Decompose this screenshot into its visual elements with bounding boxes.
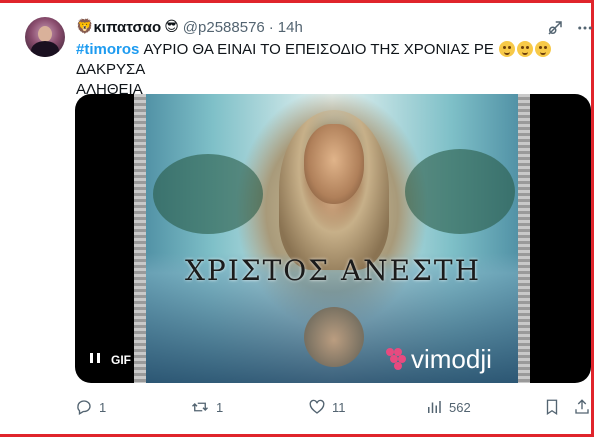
tree-left [153,154,263,234]
bookmark-button[interactable] [543,398,561,416]
lion-emoji-icon: 🦁 [76,19,94,35]
timestamp[interactable]: 14h [278,19,303,36]
watermark-text: vimodji [411,344,492,374]
tweet-top-actions [546,19,594,42]
grapes-icon [386,347,406,370]
repost-count: 1 [216,399,224,415]
figure-face [304,124,364,204]
tweet-text-main: ΑΥΡΙΟ ΘΑ ΕΙΝΑΙ ΤΟ ΕΠΕΙΣΟΔΙΟ ΤΗΣ ΧΡΟΝΙΑΣ … [139,41,499,58]
share-icon [575,399,589,414]
views-count: 562 [449,399,471,415]
repost-icon [192,402,208,412]
grok-icon[interactable] [546,19,564,42]
reply-icon [77,400,91,415]
tree-right [405,149,515,234]
tweet-text: #timoros ΑΥΡΙΟ ΘΑ ΕΙΝΑΙ ΤΟ ΕΠΕΙΣΟΔΙΟ ΤΗΣ… [76,40,586,100]
share-button[interactable] [573,398,591,416]
avatar[interactable] [25,17,65,57]
watermark: vimodji [385,344,492,375]
tweet-header: 🦁 κιπατσαο 😎 @p2588576 · 14h [76,17,303,37]
repost-button[interactable]: 1 [190,398,223,416]
separator-dot: · [268,18,274,36]
sunglasses-emoji-icon: 😎 [164,19,179,35]
gif-badge: GIF [111,352,131,367]
hashtag-link[interactable]: #timoros [76,41,139,58]
display-name[interactable]: κιπατσαο [93,19,161,36]
figure-reflection [304,307,364,367]
tweet-text-after: ΔΑΚΡΥΣΑ [76,61,146,78]
pleading-face-emoji-icon [535,41,552,57]
views-button[interactable]: 562 [425,398,471,416]
reply-count: 1 [99,399,107,415]
ornament-border-left [134,94,146,383]
views-icon [428,401,441,413]
like-button[interactable]: 11 [308,398,346,416]
tweet-actions: 1 1 11 562 [75,398,591,418]
window-frame-top [0,0,594,3]
like-count: 11 [332,399,346,415]
gif-media[interactable]: ΧΡΙΣΤΟΣ ΑΝΕΣΤΗ vimodji GIF [75,94,591,383]
reply-button[interactable]: 1 [75,398,106,416]
gif-controls: GIF [89,352,131,367]
ornament-border-right [518,94,530,383]
pleading-face-emoji-icon [517,41,534,57]
more-options-icon[interactable] [576,19,594,42]
gif-caption: ΧΡΙΣΤΟΣ ΑΝΕΣΤΗ [184,254,481,287]
heart-icon [309,399,325,414]
pleading-face-emoji-icon [499,41,516,57]
user-handle[interactable]: @p2588576 [183,19,265,36]
pause-icon[interactable] [89,352,101,367]
bookmark-icon [546,399,558,416]
